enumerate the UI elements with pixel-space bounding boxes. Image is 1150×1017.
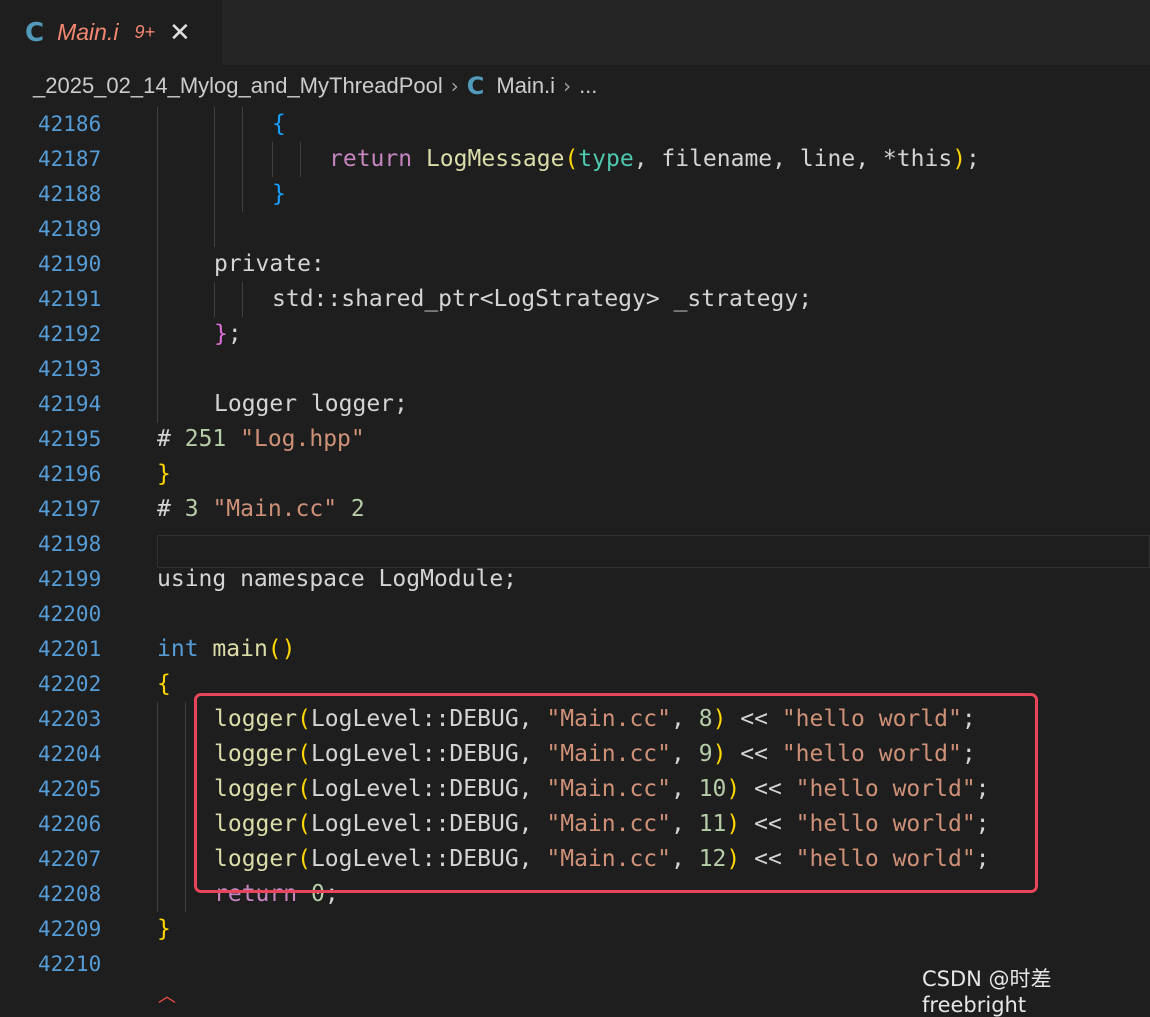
line-number: 42209 bbox=[38, 917, 102, 941]
code-token: ( bbox=[564, 146, 579, 172]
code-text: Logger logger; bbox=[214, 391, 408, 417]
code-line: 42187 return LogMessage(type, filename, … bbox=[0, 142, 1150, 177]
code-token: type bbox=[578, 146, 634, 172]
c-language-icon: C bbox=[466, 72, 485, 100]
line-number: 42200 bbox=[38, 602, 102, 626]
code-text: private: bbox=[214, 251, 325, 277]
code-token: ; bbox=[966, 146, 980, 172]
line-number: 42192 bbox=[38, 322, 102, 346]
code-token: { bbox=[272, 111, 286, 137]
line-number: 42206 bbox=[38, 812, 102, 836]
line-number: 42198 bbox=[38, 532, 102, 556]
code-line: 42198 bbox=[0, 527, 1150, 562]
line-number: 42210 bbox=[38, 952, 102, 976]
line-number: 42187 bbox=[38, 147, 102, 171]
code-editor[interactable]: 42186 { 42187 return LogMessage(type, fi… bbox=[0, 107, 1150, 1017]
breadcrumb: _2025_02_14_Mylog_and_MyThreadPool › C M… bbox=[0, 65, 1150, 107]
code-token: return bbox=[329, 146, 413, 172]
code-token: 2 bbox=[350, 496, 365, 522]
code-line: 42209 } bbox=[0, 912, 1150, 947]
code-token: } bbox=[272, 181, 286, 207]
code-token: # bbox=[157, 426, 171, 452]
problems-badge: 9+ bbox=[134, 22, 155, 42]
code-line: 42195 # 251 "Log.hpp" bbox=[0, 422, 1150, 457]
code-line: 42186 { bbox=[0, 107, 1150, 142]
line-number: 42195 bbox=[38, 427, 102, 451]
line-number: 42196 bbox=[38, 462, 102, 486]
code-token: () bbox=[267, 636, 296, 662]
line-number: 42190 bbox=[38, 252, 102, 276]
code-token: ) bbox=[952, 146, 967, 172]
code-line: 42201 int main() bbox=[0, 632, 1150, 667]
editor-tab-bar: C Main.i 9+ ✕ bbox=[0, 0, 1150, 65]
code-line: 42200 bbox=[0, 597, 1150, 632]
close-icon[interactable]: ✕ bbox=[169, 18, 191, 48]
breadcrumb-more[interactable]: ... bbox=[579, 73, 597, 99]
line-number: 42208 bbox=[38, 882, 102, 906]
code-token: } bbox=[157, 461, 171, 487]
tab-label: Main.i bbox=[57, 19, 119, 45]
code-token: LogMessage bbox=[425, 146, 565, 172]
code-line: 42192 }; bbox=[0, 317, 1150, 352]
line-number: 42201 bbox=[38, 637, 102, 661]
line-number: 42199 bbox=[38, 567, 102, 591]
line-number: 42189 bbox=[38, 217, 102, 241]
code-token: main bbox=[212, 636, 268, 662]
code-token: , filename, line, *this bbox=[633, 146, 953, 172]
code-line: 42196 } bbox=[0, 457, 1150, 492]
line-number: 42186 bbox=[38, 112, 102, 136]
line-number: 42197 bbox=[38, 497, 102, 521]
line-number: 42204 bbox=[38, 742, 102, 766]
code-token: "Main.cc" bbox=[212, 496, 338, 522]
code-token: } bbox=[157, 916, 171, 942]
code-line: 42199 using namespace LogModule; bbox=[0, 562, 1150, 597]
code-line: 42197 # 3 "Main.cc" 2 bbox=[0, 492, 1150, 527]
line-number: 42205 bbox=[38, 777, 102, 801]
line-number: 42193 bbox=[38, 357, 102, 381]
code-token: # bbox=[157, 496, 171, 522]
line-number: 42203 bbox=[38, 707, 102, 731]
code-token: ; bbox=[227, 321, 242, 347]
code-text: std::shared_ptr<LogStrategy> _strategy; bbox=[272, 286, 813, 312]
code-token: 3 bbox=[184, 496, 199, 522]
error-squiggle-icon: ︿ bbox=[158, 986, 176, 1007]
c-language-icon: C bbox=[25, 17, 45, 48]
code-line: 42191 std::shared_ptr<LogStrategy> _stra… bbox=[0, 282, 1150, 317]
code-token: { bbox=[157, 671, 171, 697]
code-text: using namespace LogModule; bbox=[157, 566, 518, 592]
code-line: 42189 bbox=[0, 212, 1150, 247]
watermark: CSDN @时差freebright bbox=[922, 967, 1052, 1017]
code-token: } bbox=[214, 321, 228, 347]
code-line: 42194 Logger logger; bbox=[0, 387, 1150, 422]
tab-main-i[interactable]: C Main.i 9+ ✕ bbox=[0, 0, 222, 65]
code-line: 42193 bbox=[0, 352, 1150, 387]
code-token: "Log.hpp" bbox=[240, 426, 365, 452]
breadcrumb-file[interactable]: Main.i bbox=[496, 73, 555, 99]
line-number: 42202 bbox=[38, 672, 102, 696]
line-number: 42194 bbox=[38, 392, 102, 416]
code-token: int bbox=[157, 636, 199, 662]
line-number: 42191 bbox=[38, 287, 102, 311]
annotation-highlight-box bbox=[194, 693, 1038, 893]
line-number: 42207 bbox=[38, 847, 102, 871]
chevron-right-icon: › bbox=[450, 74, 459, 98]
breadcrumb-folder[interactable]: _2025_02_14_Mylog_and_MyThreadPool bbox=[33, 73, 443, 99]
code-line: 42190 private: bbox=[0, 247, 1150, 282]
code-token: 251 bbox=[184, 426, 227, 452]
line-number: 42188 bbox=[38, 182, 102, 206]
chevron-right-icon: › bbox=[563, 74, 572, 98]
code-line: 42188 } bbox=[0, 177, 1150, 212]
